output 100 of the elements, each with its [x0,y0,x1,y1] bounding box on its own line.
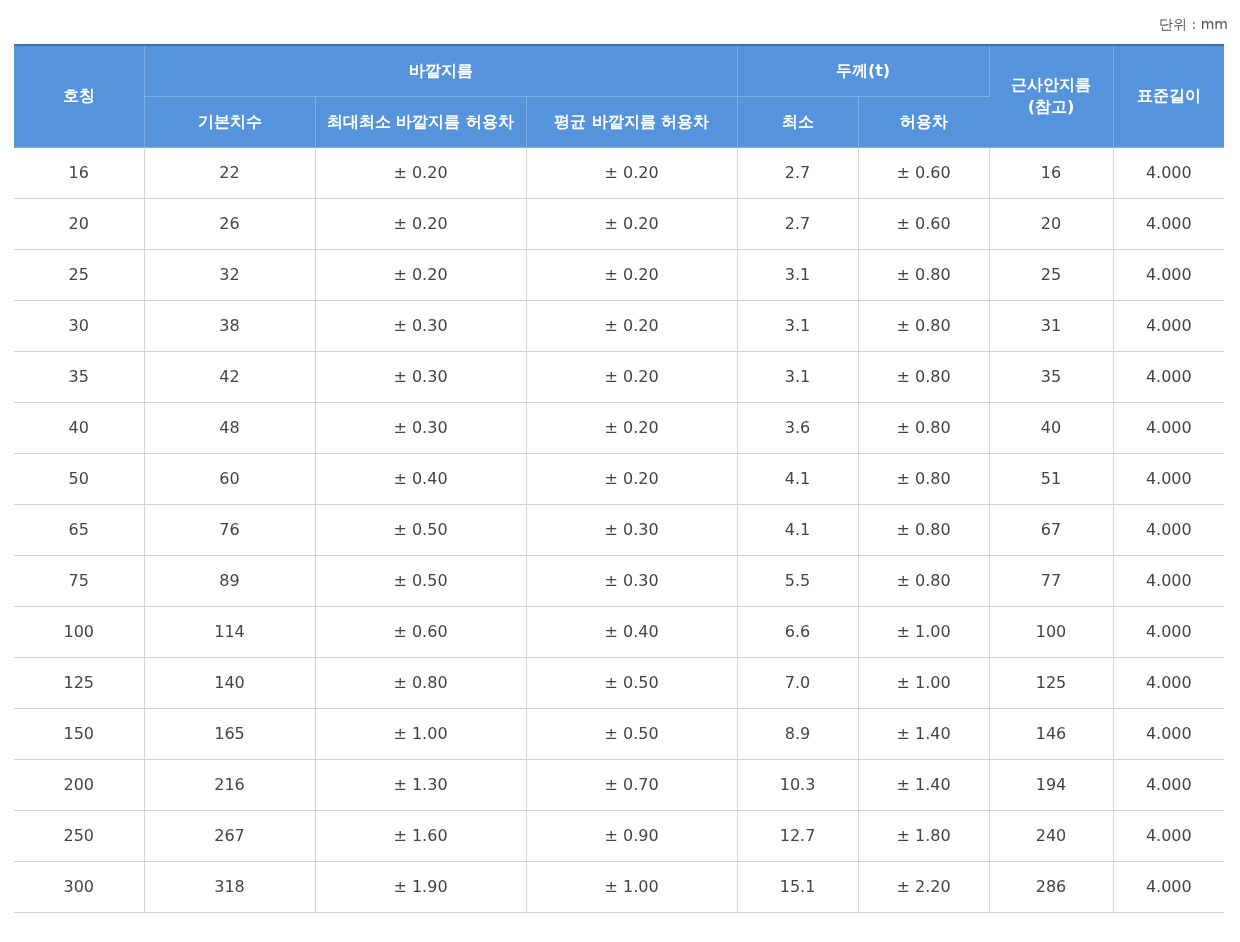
table-cell: 4.000 [1113,555,1225,606]
table-cell: ± 0.50 [315,504,526,555]
table-cell: 2.7 [737,147,859,198]
table-cell: ± 1.00 [315,708,526,759]
table-cell: ± 0.20 [526,453,738,504]
table-cell: 125 [14,657,144,708]
table-cell: 165 [144,708,315,759]
table-cell: 4.000 [1113,708,1225,759]
table-cell: 51 [989,453,1114,504]
table-cell: 318 [144,861,315,912]
column-header: 기본치수 [144,96,315,147]
table-cell: ± 0.50 [526,708,738,759]
table-cell: 35 [989,351,1114,402]
table-cell: 216 [144,759,315,810]
unit-label: 단위 : mm [1159,15,1228,34]
table-cell: 4.000 [1113,759,1225,810]
table-cell: 286 [989,861,1114,912]
table-cell: 16 [14,147,144,198]
table-cell: 4.000 [1113,249,1225,300]
table-cell: 30 [14,300,144,351]
table-cell: ± 0.30 [315,402,526,453]
table-cell: 26 [144,198,315,249]
table-cell: ± 1.00 [526,861,738,912]
table-cell: 89 [144,555,315,606]
table-cell: 4.000 [1113,147,1225,198]
table-cell: 240 [989,810,1114,861]
table-cell: ± 1.80 [858,810,990,861]
table-cell: 76 [144,504,315,555]
column-header: 최대최소 바깥지름 허용차 [315,96,526,147]
table-cell: 60 [144,453,315,504]
table-cell: 200 [14,759,144,810]
table-cell: ± 0.40 [526,606,738,657]
table-cell: ± 0.80 [858,249,990,300]
table-cell: 10.3 [737,759,859,810]
table-cell: ± 0.20 [526,351,738,402]
table-cell: ± 0.60 [315,606,526,657]
column-header: 표준길이 [1113,45,1225,147]
table-cell: 4.000 [1113,300,1225,351]
column-header: 바깥지름 [144,45,738,96]
table-cell: ± 1.90 [315,861,526,912]
table-cell: 4.000 [1113,351,1225,402]
table-cell: 42 [144,351,315,402]
table-cell: ± 1.60 [315,810,526,861]
table-cell: ± 0.80 [858,300,990,351]
table-cell: ± 0.20 [526,402,738,453]
table-cell: 4.000 [1113,198,1225,249]
table-cell: ± 0.20 [315,249,526,300]
table-cell: ± 0.90 [526,810,738,861]
table-cell: 4.000 [1113,810,1225,861]
table-cell: 20 [14,198,144,249]
table-cell: ± 0.80 [858,453,990,504]
table-cell: 4.000 [1113,504,1225,555]
table-cell: 65 [14,504,144,555]
table-cell: ± 1.00 [858,657,990,708]
table-cell: ± 0.30 [315,300,526,351]
table-cell: ± 0.80 [858,504,990,555]
table-cell: 32 [144,249,315,300]
table-cell: 8.9 [737,708,859,759]
table-cell: ± 0.30 [315,351,526,402]
table-cell: 48 [144,402,315,453]
table-cell: 4.000 [1113,402,1225,453]
table-cell: 7.0 [737,657,859,708]
table-cell: 2.7 [737,198,859,249]
table-cell: ± 2.20 [858,861,990,912]
table-cell: 4.000 [1113,606,1225,657]
table-cell: ± 0.70 [526,759,738,810]
table-cell: 5.5 [737,555,859,606]
table-cell: 67 [989,504,1114,555]
column-header: 두께(t) [737,45,990,96]
table-cell: 25 [989,249,1114,300]
table-cell: 3.1 [737,249,859,300]
table-cell: 4.1 [737,504,859,555]
table-cell: ± 0.60 [858,198,990,249]
table-cell: 15.1 [737,861,859,912]
table-cell: ± 0.50 [315,555,526,606]
table-cell: 4.1 [737,453,859,504]
table-cell: 6.6 [737,606,859,657]
table-cell: ± 0.30 [526,504,738,555]
table-cell: 20 [989,198,1114,249]
table-cell: ± 0.20 [315,147,526,198]
table-cell: 38 [144,300,315,351]
table-cell: 100 [14,606,144,657]
table-cell: 16 [989,147,1114,198]
table-cell: 125 [989,657,1114,708]
table-cell: ± 1.30 [315,759,526,810]
table-cell: ± 0.80 [858,402,990,453]
table-cell: 12.7 [737,810,859,861]
table-cell: 4.000 [1113,453,1225,504]
table-cell: ± 0.30 [526,555,738,606]
table-cell: 3.1 [737,300,859,351]
table-cell: ± 1.40 [858,759,990,810]
table-cell: 35 [14,351,144,402]
table-cell: 150 [14,708,144,759]
table-cell: 100 [989,606,1114,657]
column-header: 평균 바깥지름 허용차 [526,96,738,147]
table-cell: 25 [14,249,144,300]
table-cell: 31 [989,300,1114,351]
table-cell: 40 [14,402,144,453]
table-cell: ± 0.20 [526,198,738,249]
table-cell: 3.6 [737,402,859,453]
